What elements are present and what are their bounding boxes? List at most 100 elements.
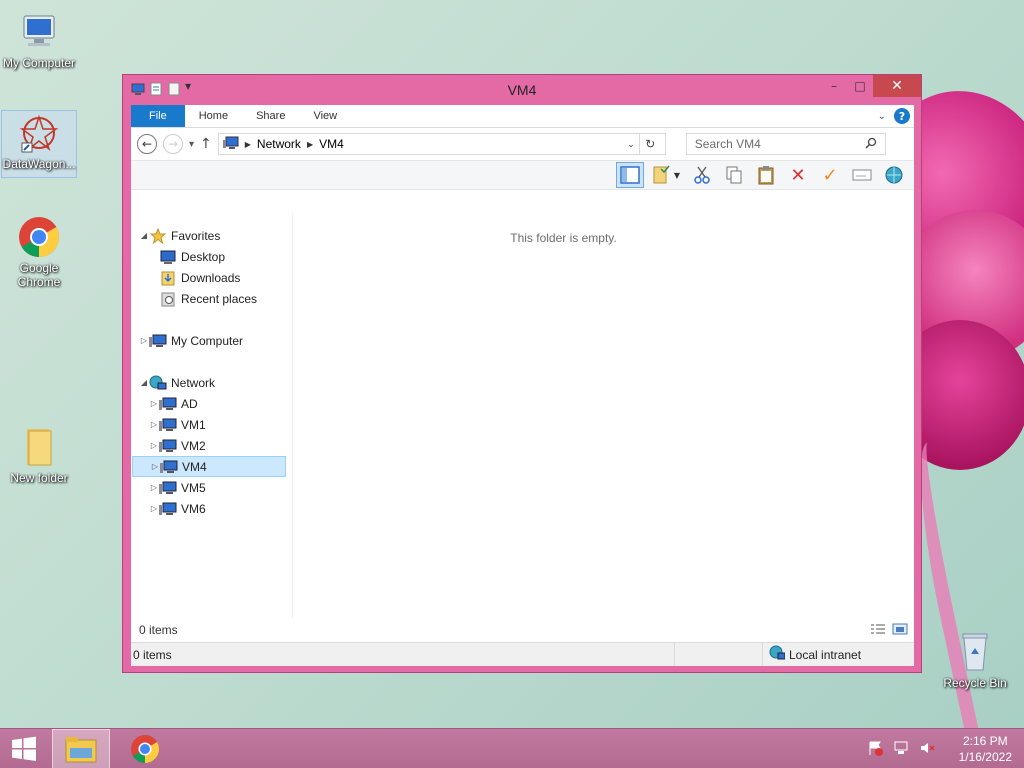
desktop-icon-recycle-bin[interactable]: Recycle Bin [937, 630, 1013, 690]
paste-icon[interactable] [752, 162, 780, 188]
items-count: 0 items [139, 623, 178, 637]
help-button[interactable]: ? [894, 108, 910, 124]
back-button[interactable]: ← [137, 134, 157, 154]
nav-label: VM2 [181, 438, 206, 453]
address-bar[interactable]: ▶ Network ▶ VM4 ⌄ ↻ [217, 133, 666, 155]
expand-icon[interactable]: ▷ [149, 399, 159, 408]
breadcrumb-vm4[interactable]: VM4 [319, 137, 344, 151]
desktop-icon [159, 249, 177, 265]
network-location-icon [222, 136, 239, 153]
properties-button[interactable]: ▼ [648, 162, 684, 188]
action-center-flag-icon[interactable] [867, 740, 883, 759]
search-placeholder: Search VM4 [694, 137, 761, 151]
breadcrumb-separator[interactable]: ▶ [245, 140, 251, 149]
nav-item-vm2[interactable]: ▷ VM2 [131, 435, 292, 456]
collapse-icon[interactable]: ◢ [139, 378, 149, 387]
nav-item-ad[interactable]: ▷ AD [131, 393, 292, 414]
computer-icon [159, 417, 177, 433]
tab-file[interactable]: File [131, 105, 185, 127]
nav-item-desktop[interactable]: Desktop [131, 246, 292, 267]
expand-icon[interactable]: ▷ [149, 504, 159, 513]
tab-share[interactable]: Share [242, 105, 299, 127]
desktop-icon-new-folder[interactable]: New folder [1, 425, 77, 485]
rename-icon[interactable]: ✓ [816, 162, 844, 188]
clock-time: 2:16 PM [962, 734, 1008, 748]
expand-ribbon-icon[interactable]: ⌄ [878, 111, 886, 122]
copy-icon[interactable] [720, 162, 748, 188]
nav-label: VM1 [181, 417, 206, 432]
nav-label: Network [171, 375, 216, 390]
tab-view[interactable]: View [299, 105, 351, 127]
minimize-button[interactable]: – [821, 75, 847, 97]
nav-item-downloads[interactable]: Downloads [131, 267, 292, 288]
desktop-icon-datawagon[interactable]: DataWagon... [1, 110, 77, 178]
items-bar: 0 items [131, 618, 914, 642]
nav-label: AD [181, 396, 198, 411]
clock-date: 1/16/2022 [958, 750, 1012, 764]
nav-item-vm4[interactable]: ▷ VM4 [132, 456, 286, 477]
star-icon [149, 227, 167, 244]
desktop-icon-label: New folder [10, 471, 68, 485]
details-view-icon[interactable] [870, 623, 886, 638]
downloads-icon [159, 270, 177, 286]
breadcrumb-separator[interactable]: ▶ [307, 140, 313, 149]
expand-icon[interactable]: ▷ [149, 420, 159, 429]
tab-home[interactable]: Home [185, 105, 242, 127]
nav-label: VM5 [181, 480, 206, 495]
nav-network[interactable]: ◢ Network [131, 372, 292, 393]
expand-icon[interactable]: ▷ [150, 462, 160, 471]
expand-icon[interactable]: ▷ [149, 483, 159, 492]
status-zone: Local intranet [763, 645, 861, 664]
nav-label: VM6 [181, 501, 206, 516]
chrome-icon [15, 215, 63, 259]
ribbon-tabs: File Home Share View ⌄ ? [131, 105, 914, 128]
recent-places-icon [159, 291, 177, 307]
up-button[interactable]: ↑ [200, 136, 212, 152]
select-all-icon[interactable] [848, 162, 876, 188]
desktop-icon-label: DataWagon... [2, 157, 76, 171]
file-list-pane[interactable]: This folder is empty. [293, 213, 914, 618]
collapse-icon[interactable]: ◢ [139, 231, 149, 240]
search-input[interactable]: Search VM4 [685, 133, 886, 155]
desktop-icon-label: Google Chrome [17, 261, 61, 289]
large-icons-view-icon[interactable] [892, 623, 908, 638]
nav-label: Downloads [181, 270, 241, 285]
status-bar: 0 items Local intranet [131, 642, 914, 666]
globe-icon[interactable] [880, 162, 908, 188]
maximize-button[interactable]: □ [847, 75, 873, 97]
cut-icon[interactable] [688, 162, 716, 188]
nav-label: Recent places [181, 291, 258, 306]
forward-button[interactable]: → [163, 134, 183, 154]
close-button[interactable]: ✕ [873, 75, 921, 97]
nav-my-computer[interactable]: ▷ My Computer [131, 330, 292, 351]
navigation-pane: ◢ Favorites Desktop Downloads Recent pla… [131, 213, 293, 618]
nav-item-vm6[interactable]: ▷ VM6 [131, 498, 292, 519]
command-toolbar: ▼ ✕ ✓ [131, 160, 914, 190]
address-dropdown-icon[interactable]: ⌄ [627, 139, 635, 150]
start-button[interactable] [0, 729, 48, 768]
recent-locations-button[interactable]: ▾ [189, 139, 194, 150]
breadcrumb-network[interactable]: Network [257, 137, 301, 151]
desktop-icon-google-chrome[interactable]: Google Chrome [1, 215, 77, 289]
window-title: VM4 [507, 82, 537, 98]
refresh-button[interactable]: ↻ [638, 134, 661, 154]
computer-icon [159, 438, 177, 454]
expand-icon[interactable]: ▷ [139, 336, 149, 345]
title-bar[interactable]: ▼ VM4 – □ ✕ [123, 75, 921, 105]
volume-muted-icon[interactable] [919, 740, 935, 759]
desktop-icon-my-computer[interactable]: My Computer [1, 10, 77, 70]
nav-item-vm5[interactable]: ▷ VM5 [131, 477, 292, 498]
recycle-bin-icon [951, 630, 999, 674]
nav-item-recent-places[interactable]: Recent places [131, 288, 292, 309]
taskbar-file-explorer[interactable] [52, 728, 110, 768]
nav-item-vm1[interactable]: ▷ VM1 [131, 414, 292, 435]
taskbar-chrome[interactable] [116, 729, 174, 768]
nav-favorites[interactable]: ◢ Favorites [131, 225, 292, 246]
datawagon-icon [15, 111, 63, 155]
clock[interactable]: 2:16 PM 1/16/2022 [959, 733, 1012, 765]
delete-icon[interactable]: ✕ [784, 162, 812, 188]
network-tray-icon[interactable] [893, 740, 909, 759]
navigation-pane-button[interactable] [616, 162, 644, 188]
empty-folder-message: This folder is empty. [510, 231, 617, 245]
expand-icon[interactable]: ▷ [149, 441, 159, 450]
